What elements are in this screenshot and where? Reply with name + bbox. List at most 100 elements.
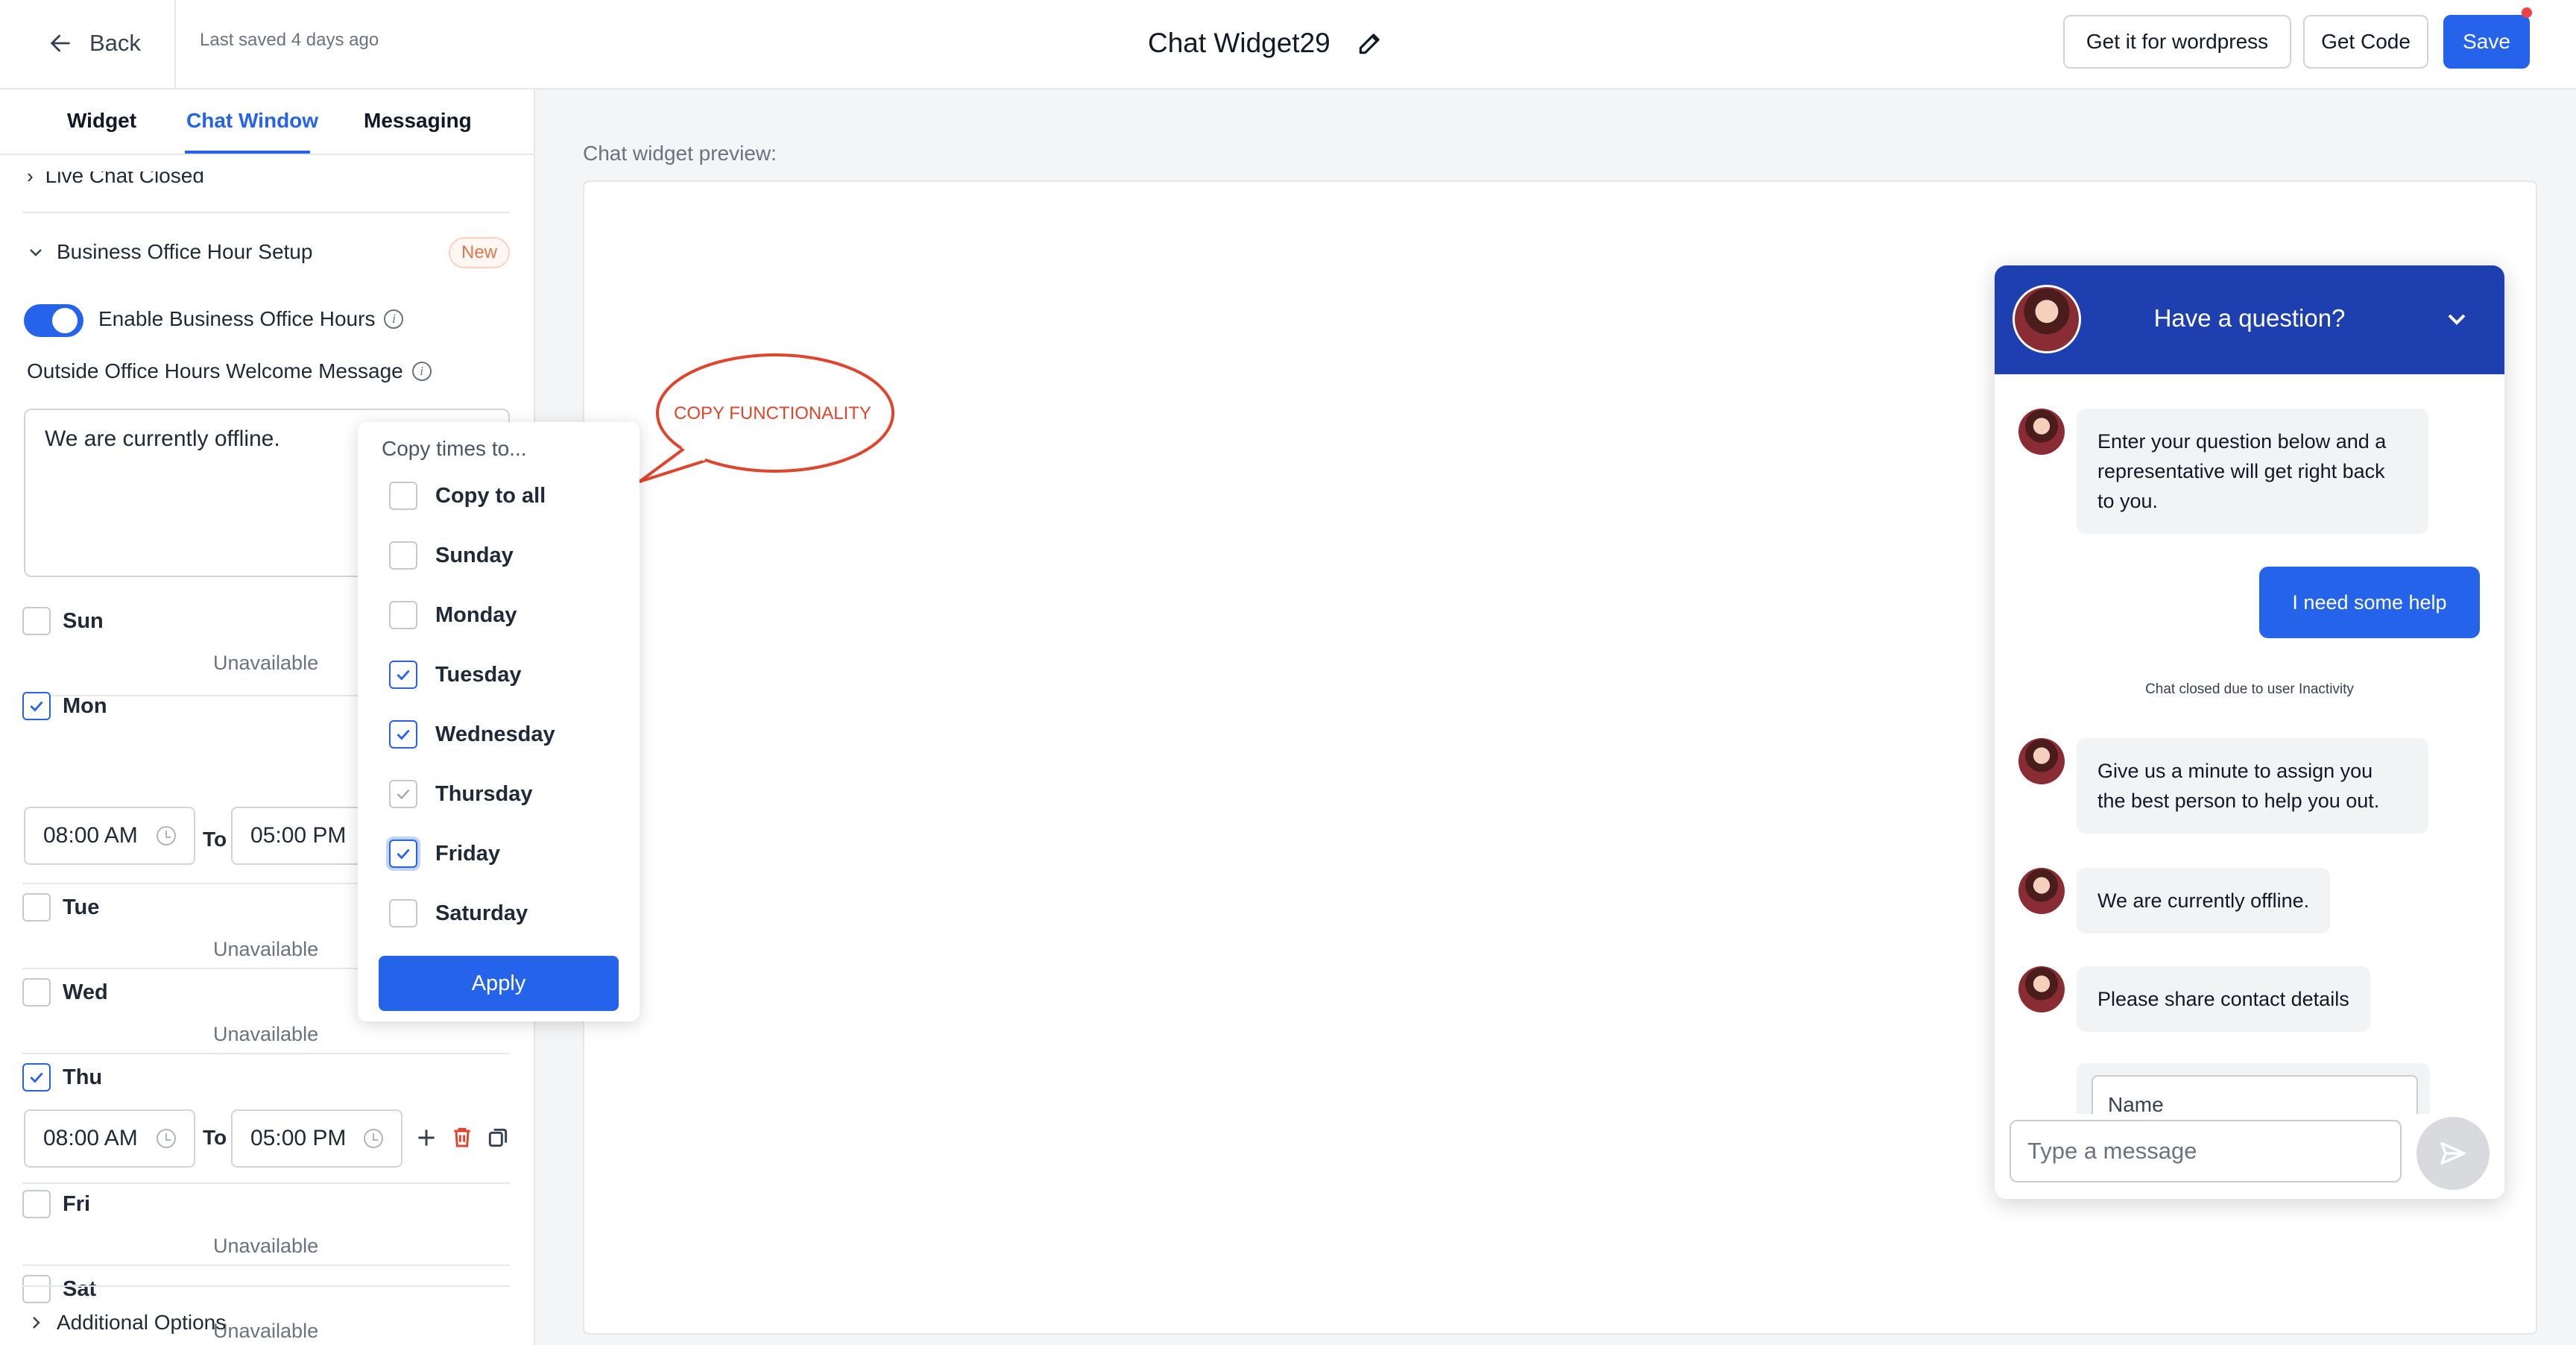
message-line: the best person to help you out. xyxy=(2097,790,2380,812)
day-divider xyxy=(22,1264,510,1266)
day-label-fri: Fri xyxy=(63,1192,91,1216)
message-line: to you. xyxy=(2097,490,2159,512)
check-icon xyxy=(30,1072,43,1083)
chevron-down-icon[interactable] xyxy=(2442,304,2472,334)
pencil-icon[interactable] xyxy=(1356,29,1384,57)
send-button[interactable] xyxy=(2416,1117,2490,1190)
last-saved-text: Last saved 4 days ago xyxy=(200,30,379,50)
thu-start-time-input[interactable]: 08:00 AM xyxy=(24,1109,195,1168)
check-icon xyxy=(397,670,410,681)
day-divider xyxy=(22,1285,510,1287)
clock-icon xyxy=(157,826,176,845)
tabs-divider xyxy=(0,154,534,155)
day-label-wed: Wed xyxy=(63,980,108,1004)
day-label-mon: Mon xyxy=(63,694,107,718)
bot-message: Enter your question below and a represen… xyxy=(2077,409,2428,534)
copy-option-all[interactable]: Copy to all xyxy=(389,482,546,510)
trash-icon[interactable] xyxy=(450,1124,474,1150)
get-code-button[interactable]: Get Code xyxy=(2303,15,2428,69)
day-checkbox-sat[interactable] xyxy=(22,1275,51,1303)
preview-label: Chat widget preview: xyxy=(583,142,777,165)
checkbox[interactable] xyxy=(389,482,417,510)
day-label-thu: Thu xyxy=(63,1065,103,1089)
check-icon xyxy=(397,789,410,800)
info-icon[interactable]: i xyxy=(384,309,404,329)
outside-hours-label: Outside Office Hours Welcome Message i xyxy=(27,359,432,383)
check-icon xyxy=(30,701,43,712)
section-additional-options[interactable]: Additional Options xyxy=(27,1311,226,1335)
clock-icon xyxy=(364,1129,383,1148)
mon-start-time-input[interactable]: 08:00 AM xyxy=(24,807,195,865)
copy-option-wednesday[interactable]: Wednesday xyxy=(389,720,555,749)
tab-widget[interactable]: Widget xyxy=(67,109,136,133)
day-checkbox-sun[interactable] xyxy=(22,607,51,635)
day-checkbox-fri[interactable] xyxy=(22,1190,51,1218)
day-checkbox-thu[interactable] xyxy=(22,1063,51,1092)
copy-option-tuesday[interactable]: Tuesday xyxy=(389,661,522,689)
agent-avatar xyxy=(2018,738,2065,784)
option-label: Monday xyxy=(435,602,517,627)
section-business-hours[interactable]: Business Office Hour Setup xyxy=(27,240,312,264)
day-divider xyxy=(22,1182,510,1184)
clock-icon xyxy=(157,1129,176,1148)
option-label: Thursday xyxy=(435,781,533,806)
checkbox[interactable] xyxy=(389,601,417,629)
day-checkbox-wed[interactable] xyxy=(22,978,51,1007)
copy-option-sunday[interactable]: Sunday xyxy=(389,541,514,570)
copy-option-saturday[interactable]: Saturday xyxy=(389,899,528,927)
checkbox[interactable] xyxy=(389,720,417,749)
chevron-right-icon xyxy=(33,1317,40,1329)
checkbox[interactable] xyxy=(389,661,417,689)
apply-button[interactable]: Apply xyxy=(379,956,619,1011)
time-value: 05:00 PM xyxy=(250,823,347,848)
copy-option-friday[interactable]: Friday xyxy=(389,840,500,868)
send-icon xyxy=(2440,1142,2466,1165)
agent-avatar xyxy=(2018,409,2065,455)
top-bar: Back Last saved 4 days ago Chat Widget29… xyxy=(0,0,2576,89)
unavailable-text: Unavailable xyxy=(213,1235,319,1257)
header-divider xyxy=(174,0,176,89)
message-line: Enter your question below and a xyxy=(2097,430,2387,453)
unavailable-text: Unavailable xyxy=(213,938,319,960)
copy-times-popup: Copy times to... Copy to all Sunday Mond… xyxy=(358,422,640,1021)
day-label-sat: Sat xyxy=(63,1277,97,1301)
option-label: Copy to all xyxy=(435,483,546,508)
chat-header: Have a question? xyxy=(1995,265,2504,374)
bot-message: Give us a minute to assign you the best … xyxy=(2077,738,2428,834)
checkbox[interactable] xyxy=(389,541,417,570)
checkbox[interactable] xyxy=(389,899,417,927)
toggle-knob xyxy=(52,308,78,333)
chat-title: Have a question? xyxy=(2153,304,2346,332)
option-label: Wednesday xyxy=(435,722,555,746)
tab-messaging[interactable]: Messaging xyxy=(364,109,472,133)
agent-avatar xyxy=(2018,966,2065,1012)
section-live-chat-closed[interactable]: › Live Chat Closed xyxy=(27,164,204,192)
tab-chat-window[interactable]: Chat Window xyxy=(186,109,318,133)
unavailable-text: Unavailable xyxy=(213,652,319,674)
save-button[interactable]: Save xyxy=(2443,15,2530,69)
chevron-down-icon xyxy=(30,249,42,256)
enable-hours-label: Enable Business Office Hours i xyxy=(98,307,404,331)
day-checkbox-tue[interactable] xyxy=(22,893,51,922)
enable-hours-toggle[interactable] xyxy=(24,304,83,337)
plus-icon[interactable] xyxy=(414,1126,438,1150)
chevron-right-icon: › xyxy=(27,164,34,187)
checkbox[interactable] xyxy=(389,840,417,868)
copy-popup-title: Copy times to... xyxy=(382,437,527,460)
message-line: Give us a minute to assign you xyxy=(2097,760,2373,782)
thu-end-time-input[interactable]: 05:00 PM xyxy=(231,1109,402,1168)
callout-text: COPY FUNCTIONALITY xyxy=(674,403,871,423)
day-checkbox-mon[interactable] xyxy=(22,692,51,720)
copy-option-monday[interactable]: Monday xyxy=(389,601,517,629)
option-label: Friday xyxy=(435,841,501,866)
back-button[interactable]: Back xyxy=(48,24,141,63)
to-label: To xyxy=(203,1126,227,1149)
option-label: Saturday xyxy=(435,901,528,925)
get-wordpress-button[interactable]: Get it for wordpress xyxy=(2063,15,2291,69)
widget-title: Chat Widget29 xyxy=(1148,28,1330,58)
message-input[interactable]: Type a message xyxy=(2010,1120,2402,1182)
info-icon[interactable]: i xyxy=(411,362,432,381)
chat-widget-preview: Have a question? Enter your question bel… xyxy=(1995,265,2504,1199)
section-label: Additional Options xyxy=(57,1311,227,1334)
copy-icon[interactable] xyxy=(486,1126,510,1150)
